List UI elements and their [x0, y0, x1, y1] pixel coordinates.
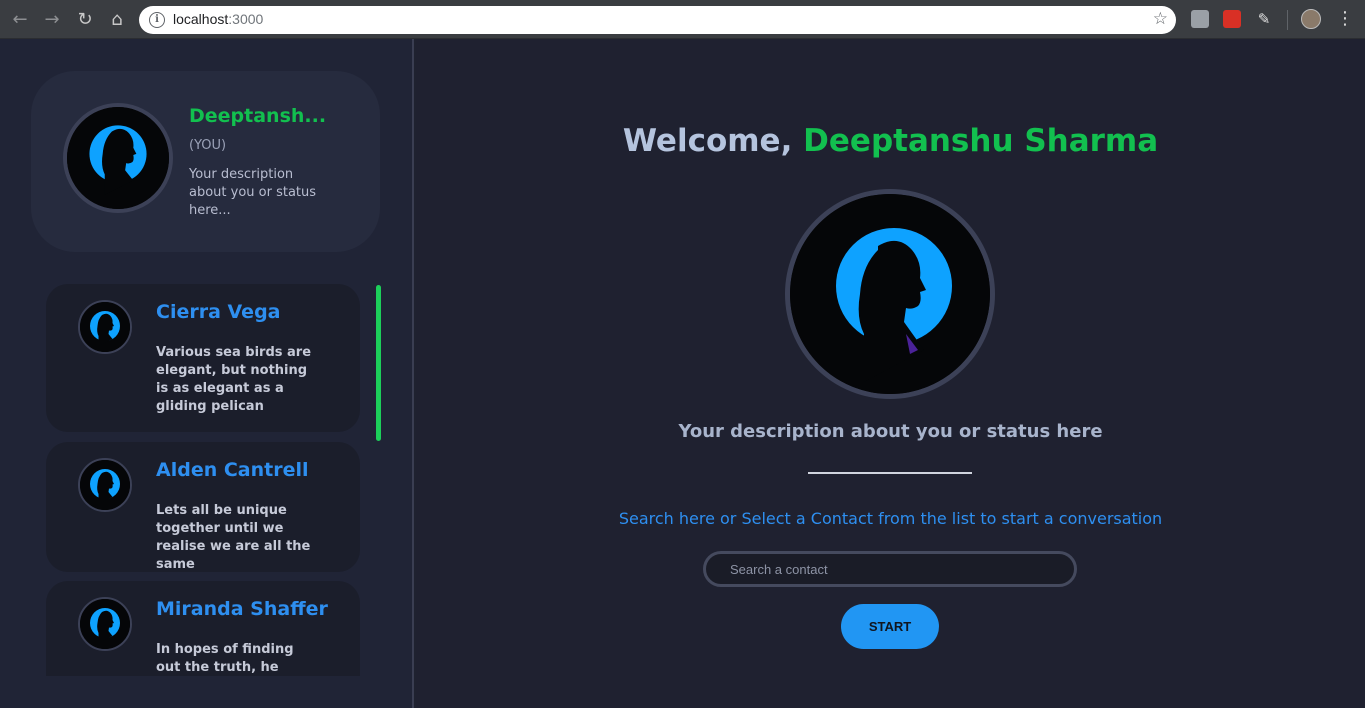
url-port: :3000	[228, 11, 264, 27]
more-menu-icon[interactable]: ⋮	[1336, 8, 1354, 30]
user-silhouette-icon	[80, 460, 130, 510]
contact-avatar	[78, 597, 132, 651]
info-icon[interactable]: i	[149, 12, 165, 28]
extension-icon[interactable]	[1223, 10, 1241, 28]
user-silhouette-icon	[80, 302, 130, 352]
arrow-left-icon[interactable]: ←	[8, 8, 32, 32]
contact-card[interactable]: Miranda Shaffer In hopes of finding out …	[46, 581, 360, 676]
start-button[interactable]: START	[841, 604, 939, 649]
arrow-right-icon[interactable]: →	[40, 8, 64, 32]
you-tag: (YOU)	[189, 138, 227, 153]
user-silhouette-icon	[67, 107, 169, 209]
welcome-prefix: Welcome,	[622, 123, 804, 159]
user-silhouette-icon	[80, 599, 130, 649]
contact-last-message: Various sea birds are elegant, but nothi…	[156, 345, 312, 414]
contact-avatar	[78, 300, 132, 354]
contact-name: Miranda Shaffer	[156, 598, 328, 620]
sidebar: Deeptansh... (YOU) Your description abou…	[0, 39, 414, 708]
contact-list[interactable]: Cierra Vega Various sea birds are elegan…	[46, 284, 362, 676]
contact-list-scrollbar[interactable]	[376, 285, 381, 441]
divider	[808, 472, 972, 474]
address-bar[interactable]: i localhost:3000 ☆	[139, 6, 1176, 34]
contact-card[interactable]: Alden Cantrell Lets all be unique togeth…	[46, 442, 360, 572]
contact-last-message: In hopes of finding out the truth, he en…	[156, 642, 294, 675]
my-avatar[interactable]	[63, 103, 173, 213]
toolbar-divider	[1287, 10, 1288, 30]
url-host: localhost	[173, 11, 229, 27]
contact-name: Cierra Vega	[156, 301, 281, 323]
my-profile-card[interactable]: Deeptansh... (YOU) Your description abou…	[31, 71, 380, 252]
main-avatar	[785, 189, 995, 399]
browser-toolbar: ← → ↻ ⌂ i localhost:3000 ☆ ✎ ⋮	[0, 0, 1365, 39]
welcome-user-name: Deeptanshu Sharma	[803, 123, 1159, 159]
contact-avatar	[78, 458, 132, 512]
profile-avatar[interactable]	[1301, 9, 1321, 29]
welcome-heading: Welcome, Deeptanshu Sharma	[416, 123, 1365, 159]
star-icon[interactable]: ☆	[1153, 9, 1168, 29]
home-icon[interactable]: ⌂	[105, 8, 129, 32]
my-name: Deeptansh...	[189, 105, 327, 127]
address-url[interactable]: localhost:3000	[173, 11, 263, 27]
instruction-text: Search here or Select a Contact from the…	[618, 509, 1163, 528]
pen-icon[interactable]: ✎	[1255, 10, 1273, 28]
status-text: Your description about you or status her…	[678, 421, 1103, 442]
main-panel: Welcome, Deeptanshu Sharma Your descript…	[416, 39, 1365, 708]
contact-last-message: Lets all be unique together until we rea…	[156, 503, 311, 572]
reload-icon[interactable]: ↻	[73, 8, 97, 32]
contact-card[interactable]: Cierra Vega Various sea birds are elegan…	[46, 284, 360, 432]
contact-name: Alden Cantrell	[156, 459, 309, 481]
my-description: Your description about you or status her…	[189, 167, 317, 218]
extension-icon[interactable]	[1191, 10, 1209, 28]
search-contact-input[interactable]	[703, 551, 1077, 587]
user-silhouette-icon	[790, 194, 990, 394]
